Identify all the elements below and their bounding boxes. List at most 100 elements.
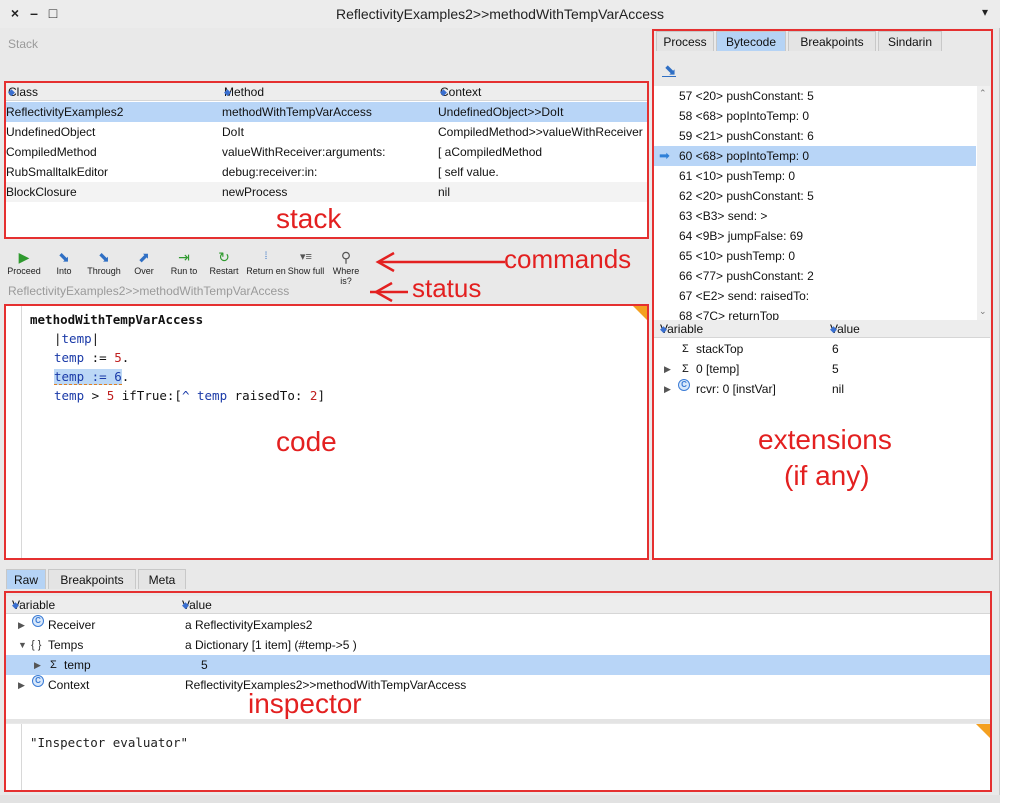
tab-meta[interactable]: Meta	[138, 569, 186, 589]
stack-class-cell: RubSmalltalkEditor	[6, 165, 109, 179]
bytecode-line[interactable]: 67 <E2> send: raisedTo:	[679, 286, 809, 306]
tab-breakpoints[interactable]: Breakpoints	[788, 31, 876, 51]
tab-process[interactable]: Process	[656, 31, 714, 51]
ext-var-row[interactable]: Σ stackTop 6	[654, 339, 990, 359]
bytecode-line[interactable]: 61 <10> pushTemp: 0	[679, 166, 795, 186]
ext-var-value: 6	[832, 342, 839, 356]
bytecode-scrollbar[interactable]	[977, 86, 990, 320]
window-menu-icon[interactable]: ▾	[978, 5, 992, 19]
expand-icon[interactable]: ▶	[34, 655, 41, 675]
tab-bytecode[interactable]: Bytecode	[716, 31, 786, 51]
step-into-button[interactable]: ⬊ Into	[44, 248, 84, 276]
stack-context-cell: CompiledMethod>>valueWithReceiver	[438, 125, 643, 139]
step-over-button[interactable]: ⬈ Over	[124, 248, 164, 276]
step-through-button[interactable]: ⬊ Through	[84, 248, 124, 276]
extensions-annotation-line1: extensions	[758, 424, 892, 455]
return-entered-label: Return en	[246, 266, 286, 276]
bytecode-line[interactable]: 59 <21> pushConstant: 6	[679, 126, 814, 146]
into-label: Into	[56, 266, 72, 276]
ext-header-variable[interactable]: ◆ Variable	[660, 320, 703, 338]
bytecode-list[interactable]: 57 <20> pushConstant: 5 58 <68> popIntoT…	[654, 86, 990, 320]
tab-inspector-breakpoints[interactable]: Breakpoints	[48, 569, 136, 589]
stack-header-class[interactable]: ◆ Class	[8, 83, 38, 101]
inspector-var-name: Receiver	[48, 618, 96, 632]
evaluator-text: "Inspector evaluator"	[30, 735, 189, 750]
stack-class-cell: BlockClosure	[6, 185, 77, 199]
code-token: .	[121, 350, 130, 365]
code-token: temp	[54, 350, 85, 365]
bytecode-line[interactable]: 58 <68> popIntoTemp: 0	[679, 106, 809, 126]
inspector-row[interactable]: ▶ C Receiver a ReflectivityExamples2	[6, 615, 990, 635]
scroll-up-icon[interactable]: ⌃	[979, 88, 987, 99]
ext-header-value[interactable]: ◆ Value	[830, 320, 860, 338]
tab-raw[interactable]: Raw	[6, 569, 46, 589]
window-title: ReflectivityExamples2>>methodWithTempVar…	[335, 6, 665, 22]
inspector-row-selected[interactable]: ▶ Σ temp 5	[6, 655, 990, 675]
run-to-icon: ⇥	[178, 249, 190, 265]
expand-icon[interactable]: ▶	[18, 615, 25, 635]
bytecode-line-current[interactable]: 60 <68> popIntoTemp: 0	[679, 146, 809, 166]
bytecode-line[interactable]: 57 <20> pushConstant: 5	[679, 86, 814, 106]
sort-icon: ◆	[12, 600, 19, 610]
scroll-down-icon[interactable]: ⌄	[979, 306, 987, 317]
stack-context-cell: nil	[438, 185, 451, 199]
inspector-annotation: inspector	[248, 688, 362, 719]
stack-header-context[interactable]: ◆ Context	[440, 83, 481, 101]
stack-row[interactable]: RubSmalltalkEditor debug:receiver:in: [ …	[6, 162, 647, 182]
run-to-label: Run to	[170, 266, 198, 276]
bytecode-line[interactable]: 63 <B3> send: >	[679, 206, 767, 226]
run-to-button[interactable]: ⇥ Run to	[164, 248, 204, 276]
stack-row[interactable]: BlockClosure newProcess nil	[6, 182, 647, 202]
pc-arrow-icon: ➡	[659, 148, 670, 163]
ext-var-row[interactable]: ▶ C rcvr: 0 [instVar] nil	[654, 379, 990, 399]
bytecode-line[interactable]: 68 <7C> returnTop	[679, 306, 779, 320]
ext-vars-header: ◆ Variable ◆ Value	[654, 320, 990, 338]
stack-method-cell: newProcess	[222, 185, 288, 199]
inspector-var-value: 5	[201, 658, 208, 672]
current-statement-highlight: temp := 6	[54, 369, 122, 385]
inspector-header: ◆ Variable ◆ Value	[6, 596, 990, 614]
stack-row[interactable]: UndefinedObject DoIt CompiledMethod>>val…	[6, 122, 647, 142]
stack-method-cell: valueWithReceiver:arguments:	[222, 145, 386, 159]
inspector-var-name: Context	[48, 678, 90, 692]
inspector-header-value[interactable]: ◆ Value	[182, 596, 212, 614]
code-token: |	[91, 331, 100, 346]
stack-context-cell: [ self value.	[438, 165, 499, 179]
code-line-iftrue: temp > 5 ifTrue:[^ temp raisedTo: 2]	[54, 388, 325, 403]
collapse-icon[interactable]: ▼	[18, 635, 27, 655]
inspector-evaluator[interactable]: "Inspector evaluator"	[6, 724, 990, 790]
bytecode-line[interactable]: 65 <10> pushTemp: 0	[679, 246, 795, 266]
stack-row[interactable]: ReflectivityExamples2 methodWithTempVarA…	[6, 102, 647, 122]
ext-var-name: stackTop	[696, 342, 744, 356]
expand-icon[interactable]: ▶	[664, 359, 671, 379]
bytecode-line[interactable]: 66 <77> pushConstant: 2	[679, 266, 814, 286]
inspector-header-variable[interactable]: ◆ Variable	[12, 596, 55, 614]
stack-class-cell: UndefinedObject	[6, 125, 96, 139]
return-entered-button[interactable]: ⁞ Return en	[246, 248, 286, 276]
inspector-row[interactable]: ▶ C Context ReflectivityExamples2>>metho…	[6, 675, 990, 695]
code-line-assign-5: temp := 5.	[54, 350, 129, 365]
stack-row[interactable]: CompiledMethod valueWithReceiver:argumen…	[6, 142, 647, 162]
expand-icon[interactable]: ▶	[664, 379, 671, 399]
stack-header: ◆ Class ◆ Method ◆ Context	[6, 83, 647, 101]
code-token: >	[84, 388, 107, 403]
bytecode-line[interactable]: 62 <20> pushConstant: 5	[679, 186, 814, 206]
extensions-annotation-line2: (if any)	[784, 460, 870, 491]
restart-button[interactable]: ↻ Restart	[204, 248, 244, 276]
tab-sindarin[interactable]: Sindarin	[878, 31, 942, 51]
code-line-assign-6: temp := 6.	[54, 369, 129, 385]
inspector-row[interactable]: ▼ { } Temps a Dictionary [1 item] (#temp…	[6, 635, 990, 655]
splitter[interactable]	[6, 719, 990, 723]
sort-icon: ◆	[224, 87, 231, 97]
stack-header-method[interactable]: ◆ Method	[224, 83, 264, 101]
title-bar: × – □ ReflectivityExamples2>>methodWithT…	[0, 0, 1000, 28]
list-icon: ▾≡	[300, 251, 312, 263]
bytecode-line[interactable]: 64 <9B> jumpFalse: 69	[679, 226, 803, 246]
where-is-button[interactable]: ⚲ Where is?	[326, 248, 366, 286]
sort-icon: ◆	[660, 324, 667, 334]
proceed-button[interactable]: ▶ Proceed	[4, 248, 44, 276]
expand-icon[interactable]: ▶	[18, 675, 25, 695]
show-full-stack-button[interactable]: ▾≡ Show full	[286, 248, 326, 276]
ext-var-row[interactable]: ▶ Σ 0 [temp] 5	[654, 359, 990, 379]
stack-method-cell: methodWithTempVarAccess	[222, 105, 372, 119]
